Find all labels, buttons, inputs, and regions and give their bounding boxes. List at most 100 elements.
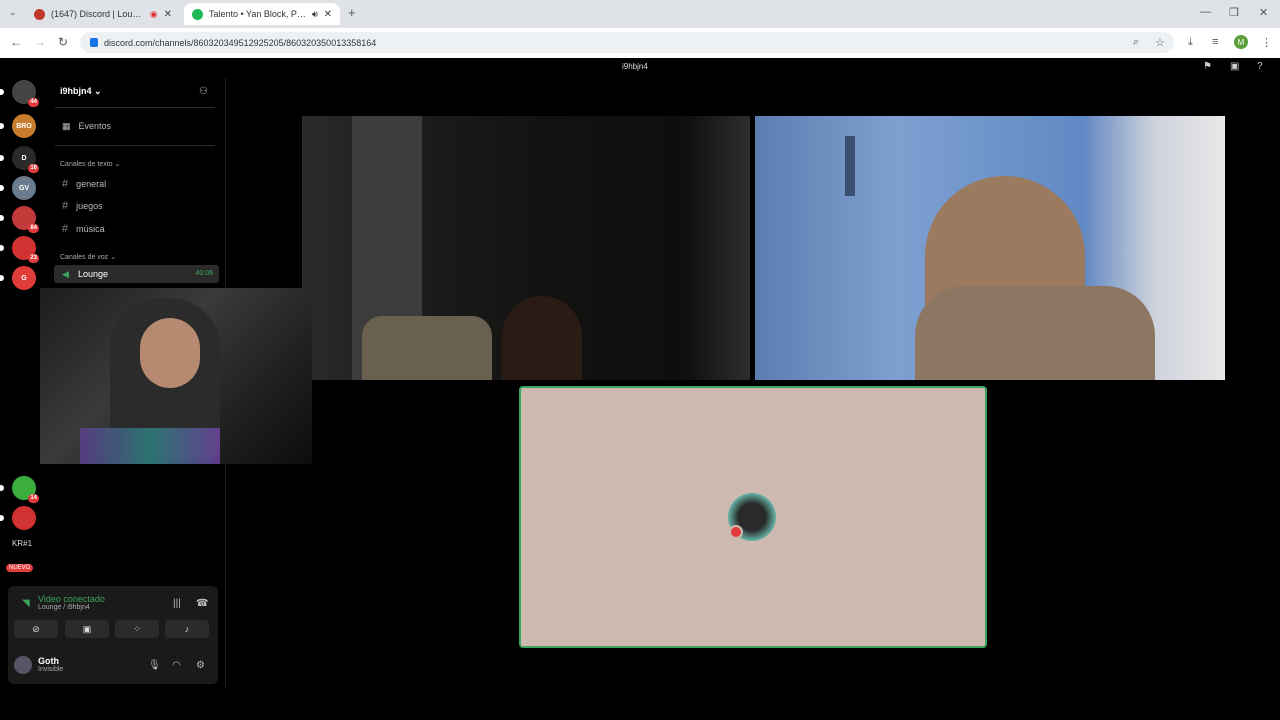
forward-icon[interactable]: → <box>34 35 46 49</box>
curtain-fold <box>845 136 855 196</box>
voice-timer: 40:06 <box>195 270 213 277</box>
soundboard-icon: ♪ <box>184 624 190 634</box>
server-icon[interactable]: 44 <box>12 80 39 107</box>
divider <box>55 145 215 146</box>
back-icon[interactable]: ← <box>10 35 22 49</box>
text-category[interactable]: Canales de texto ⌄ <box>60 160 120 168</box>
noise-suppression-icon[interactable]: ||| <box>173 598 181 609</box>
reload-icon[interactable]: ↻ <box>58 35 68 49</box>
camera-toggle-button[interactable]: ⊘ <box>14 620 58 638</box>
activities-button[interactable]: ⁘ <box>115 620 159 638</box>
camera-off-icon: ⊘ <box>32 623 40 634</box>
mention-badge: 84 <box>28 224 39 233</box>
mention-badge: 23 <box>28 254 39 263</box>
disconnect-icon[interactable]: ☎ <box>196 598 208 609</box>
light-glow <box>80 428 220 464</box>
user-avatar[interactable] <box>14 656 32 674</box>
inbox-icon[interactable]: ⚑ <box>1203 61 1212 72</box>
video-tile-1[interactable] <box>302 116 750 380</box>
mention-badge: 44 <box>28 98 39 107</box>
help-icon[interactable]: ? <box>1257 61 1263 72</box>
voice-category[interactable]: Canales de voz ⌄ <box>60 253 116 261</box>
voice-status-title: Video conectado <box>38 594 105 604</box>
server-icon[interactable]: BRO <box>12 114 36 138</box>
person-face <box>140 318 200 388</box>
server-label: D <box>21 154 27 162</box>
screen-share-button[interactable]: ▣ <box>65 620 109 638</box>
activities-icon: ⁘ <box>133 623 141 634</box>
server-icon[interactable]: 23 <box>12 236 39 263</box>
hash-icon: # <box>62 178 69 190</box>
profile-avatar[interactable]: M <box>1234 35 1248 49</box>
close-tab-icon[interactable]: ✕ <box>164 9 172 20</box>
video-tile-2[interactable] <box>755 116 1225 380</box>
server-label: BRO <box>16 122 32 130</box>
server-icon[interactable] <box>12 506 36 530</box>
user-name: Goth <box>38 656 59 666</box>
url-bar[interactable]: discord.com/channels/860320349512925205/… <box>80 32 1174 53</box>
discord-title-bar: i9hbjn4 ⚑ ▣ ? <box>0 58 1280 78</box>
headphones-icon[interactable]: ◠ <box>172 660 181 671</box>
mention-badge: 14 <box>28 494 39 503</box>
menu-kebab-icon[interactable]: ⋮ <box>1261 36 1272 49</box>
calendar-icon: ▦ <box>62 121 71 131</box>
audio-playing-icon[interactable]: 🔊︎ <box>312 9 318 20</box>
tab-spotify[interactable]: Talento • Yan Block, Panda ( 🔊︎ ✕ <box>184 3 340 25</box>
participant-avatar[interactable] <box>728 493 776 541</box>
server-label: G <box>21 274 27 282</box>
guild-name[interactable]: i9hbjn4 ⌄ <box>60 86 102 97</box>
microphone-icon[interactable]: 🎙︎ <box>148 660 161 671</box>
zoom-icon[interactable]: ⌕ <box>1133 36 1139 49</box>
voice-channel-lounge[interactable]: ◀ Lounge 40:06 <box>54 265 219 283</box>
channel-juegos[interactable]: # juegos <box>62 200 103 212</box>
browser-tab-bar: ⌄ (1647) Discord | Lounge | i9 ◉ ✕ Talen… <box>0 0 1280 28</box>
settings-gear-icon[interactable]: ⚙ <box>196 660 205 671</box>
new-tab-button[interactable]: + <box>348 5 356 20</box>
voice-status-panel: ◥ Video conectado Lounge / i9hbjn4 ||| ☎… <box>8 586 218 684</box>
self-view-video[interactable] <box>40 288 312 464</box>
speaker-icon: ◀ <box>62 269 69 279</box>
close-window-button[interactable]: ✕ <box>1259 6 1268 19</box>
tab-title: (1647) Discord | Lounge | i9 <box>51 9 145 19</box>
soundboard-button[interactable]: ♪ <box>165 620 209 638</box>
hash-icon: # <box>62 200 69 212</box>
minimize-button[interactable]: — <box>1200 6 1211 18</box>
close-tab-icon[interactable]: ✕ <box>324 9 332 20</box>
user-status: Invisible <box>38 666 64 673</box>
tab-search-icon[interactable]: ⌄ <box>9 7 17 18</box>
channel-general[interactable]: # general <box>62 178 106 190</box>
tab-discord[interactable]: (1647) Discord | Lounge | i9 ◉ ✕ <box>26 3 180 25</box>
window-icon[interactable]: ▣ <box>1230 61 1239 72</box>
shirt-shape <box>915 286 1155 380</box>
new-badge: NUEVO <box>6 564 34 572</box>
person-silhouette <box>502 296 582 380</box>
media-controls-icon[interactable]: ≡ <box>1212 36 1218 48</box>
invite-icon[interactable]: ⚇ <box>199 86 208 97</box>
voice-channel-name: Lounge <box>78 269 109 279</box>
maximize-button[interactable]: ❐ <box>1229 6 1239 19</box>
server-icon[interactable]: D 16 <box>12 146 39 173</box>
voice-status-sub[interactable]: Lounge / i9hbjn4 <box>38 604 90 611</box>
server-label: GV <box>18 184 30 192</box>
server-icon[interactable]: GV <box>12 176 36 200</box>
tab-title: Talento • Yan Block, Panda ( <box>209 9 307 19</box>
server-kr[interactable]: KR#1 <box>12 539 32 548</box>
url-text: discord.com/channels/860320349512925205/… <box>104 37 377 48</box>
bookmark-star-icon[interactable]: ☆ <box>1155 36 1165 49</box>
download-icon[interactable]: ⤓ <box>1188 36 1193 49</box>
channel-musica[interactable]: # música <box>62 223 105 235</box>
divider <box>55 107 215 108</box>
bed-shape <box>362 316 492 380</box>
events-item[interactable]: ▦ Eventos <box>62 121 111 132</box>
address-toolbar: ← → ↻ discord.com/channels/8603203495129… <box>0 28 1280 58</box>
signal-icon[interactable]: ◥ <box>22 598 30 609</box>
server-icon[interactable]: 14 <box>12 476 39 503</box>
site-info-icon[interactable] <box>90 38 98 47</box>
channel-title: i9hbjn4 <box>622 62 648 71</box>
hash-icon: # <box>62 223 69 235</box>
server-icon[interactable]: 84 <box>12 206 39 233</box>
screen-share-icon: ▣ <box>82 623 92 634</box>
server-icon[interactable]: G <box>12 266 36 290</box>
spotify-favicon-icon <box>192 8 203 20</box>
mention-badge: 16 <box>28 164 39 173</box>
